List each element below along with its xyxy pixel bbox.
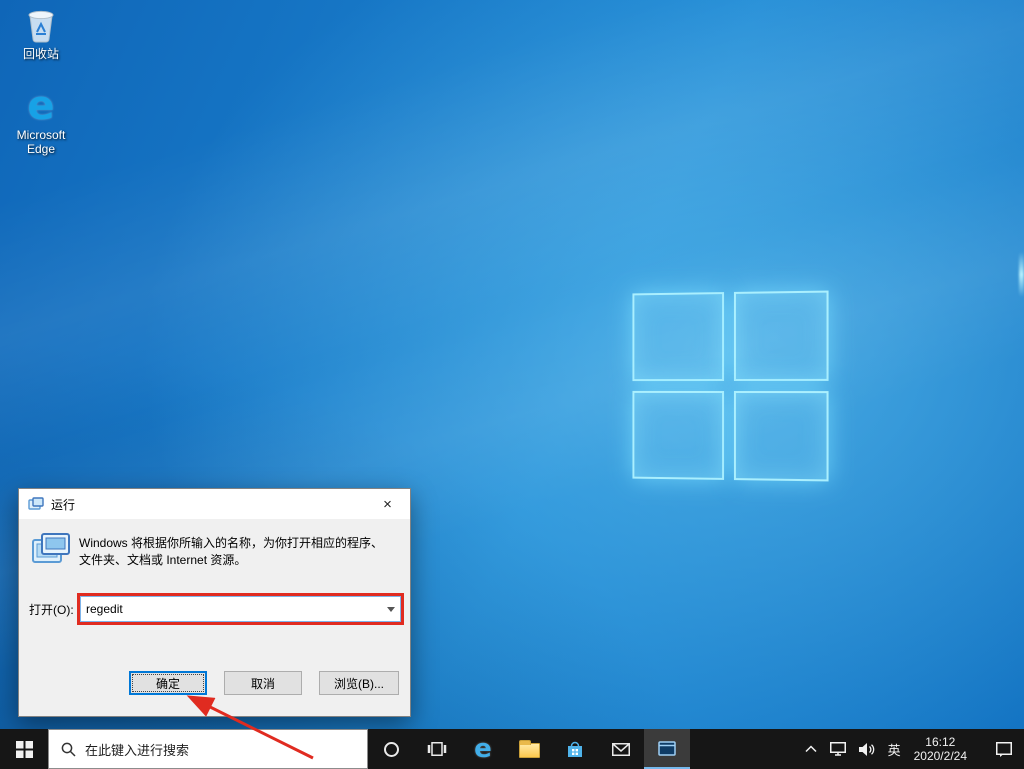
run-dialog: 运行 × Windows 将根据你所输入的名称，为你打开相应的程序、 文件夹、文… [18, 488, 411, 717]
open-combobox-value[interactable]: regedit [81, 602, 382, 616]
close-button[interactable]: × [365, 489, 410, 519]
edge-taskbar-button[interactable]: e [460, 729, 506, 769]
run-dialog-titlebar[interactable]: 运行 × [19, 489, 410, 519]
run-window-icon [658, 741, 676, 756]
browse-button[interactable]: 浏览(B)... [319, 671, 399, 695]
network-icon[interactable] [830, 742, 846, 756]
clock[interactable]: 16:12 2020/2/24 [914, 735, 967, 763]
desktop-icon-recycle-bin[interactable]: 回收站 [6, 6, 76, 61]
recycle-bin-icon [24, 6, 58, 44]
windows-logo-pane [632, 391, 724, 480]
action-center-icon [996, 742, 1012, 757]
chevron-down-icon[interactable] [382, 597, 400, 621]
open-label: 打开(O): [29, 593, 74, 625]
edge-icon: e [27, 87, 54, 125]
run-window-icon [28, 497, 44, 511]
store-button[interactable] [552, 729, 598, 769]
run-dialog-title: 运行 [51, 496, 75, 513]
task-view-icon [427, 742, 447, 756]
windows-logo [632, 291, 828, 482]
clock-time: 16:12 [914, 735, 967, 749]
active-window-button[interactable] [644, 729, 690, 769]
task-view-button[interactable] [414, 729, 460, 769]
wallpaper-beam [1019, 252, 1024, 297]
folder-icon [519, 743, 540, 758]
desktop-icon-label: 回收站 [23, 47, 59, 61]
cortana-icon [384, 742, 399, 757]
desktop-icon-label: Microsoft Edge [6, 128, 76, 156]
hidden-icons-chevron[interactable] [805, 745, 817, 753]
windows-start-icon [16, 741, 33, 758]
cancel-button[interactable]: 取消 [224, 671, 302, 695]
ok-button[interactable]: 确定 [129, 671, 207, 695]
store-icon [567, 740, 583, 758]
cortana-button[interactable] [368, 729, 414, 769]
desktop-icon-microsoft-edge[interactable]: e Microsoft Edge [6, 87, 76, 156]
edge-icon: e [474, 736, 492, 762]
search-icon [61, 742, 76, 757]
taskbar: 在此键入进行搜索 e [0, 729, 1024, 769]
close-icon: × [383, 496, 392, 513]
run-description: Windows 将根据你所输入的名称，为你打开相应的程序、 文件夹、文档或 In… [79, 535, 403, 569]
annotation-highlight-box: regedit [77, 593, 404, 625]
wallpaper-beam [0, 0, 1024, 518]
action-center-button[interactable] [996, 742, 1012, 757]
run-icon [32, 533, 70, 568]
system-tray: 英 16:12 2020/2/24 [805, 729, 1024, 769]
mail-button[interactable] [598, 729, 644, 769]
mail-icon [612, 743, 630, 756]
desktop-icon-list: 回收站 e Microsoft Edge [6, 6, 76, 182]
windows-logo-pane [632, 292, 724, 381]
start-button[interactable] [0, 729, 48, 769]
windows-logo-pane [734, 391, 829, 481]
taskbar-search[interactable]: 在此键入进行搜索 [48, 729, 368, 769]
volume-icon[interactable] [859, 743, 875, 756]
ime-indicator[interactable]: 英 [888, 740, 901, 759]
search-placeholder: 在此键入进行搜索 [85, 740, 189, 759]
chevron-up-icon [805, 745, 817, 753]
open-combobox[interactable]: regedit [80, 596, 401, 622]
desktop: 回收站 e Microsoft Edge 运行 × [0, 0, 1024, 769]
clock-date: 2020/2/24 [914, 749, 967, 763]
file-explorer-button[interactable] [506, 729, 552, 769]
windows-logo-pane [734, 291, 829, 381]
